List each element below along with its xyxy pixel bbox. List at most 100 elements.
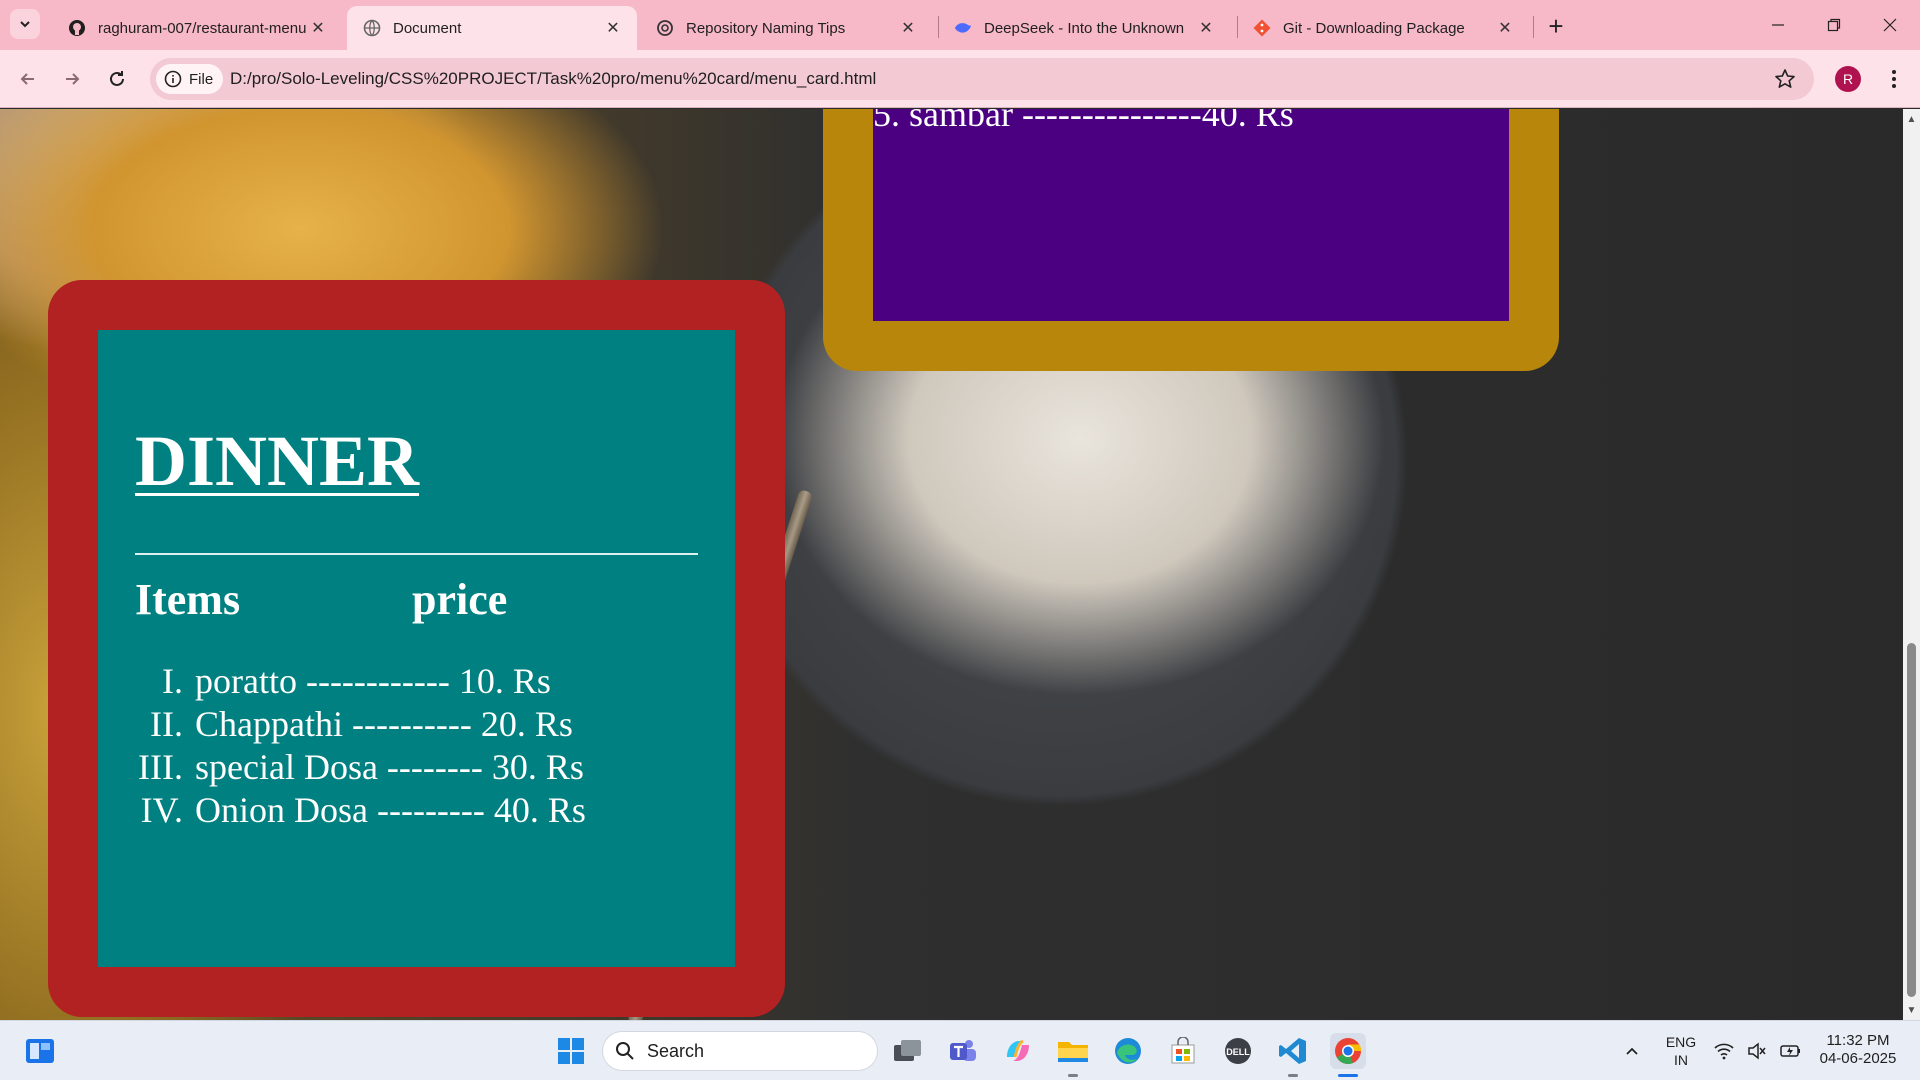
page-viewport: 5. sambar ---------------40. Rs DINNER I… — [0, 109, 1903, 1020]
close-window-button[interactable] — [1862, 0, 1918, 50]
windows-taskbar: Search DELL ENG IN 11:32 PM 04-06-2025 — [0, 1020, 1920, 1080]
teams-icon[interactable] — [945, 1033, 981, 1069]
browser-tab-strip: raghuram-007/restaurant-menu ✕ Document … — [0, 0, 1920, 50]
tab-git[interactable]: Git - Downloading Package ✕ — [1237, 6, 1529, 50]
restore-icon — [1827, 18, 1841, 32]
tab-title: Repository Naming Tips — [686, 19, 846, 37]
svg-text:DELL: DELL — [1226, 1047, 1250, 1057]
dell-icon[interactable]: DELL — [1220, 1033, 1256, 1069]
list-item-number: I. — [162, 661, 183, 701]
menu-card-top-inner — [873, 109, 1509, 321]
scroll-up-arrow-icon[interactable]: ▲ — [1906, 113, 1917, 125]
list-item-text: special Dosa -------- 30. Rs — [195, 747, 584, 787]
quick-settings[interactable] — [1708, 1033, 1808, 1069]
forward-button[interactable] — [58, 65, 86, 93]
list-item: I. poratto ------------ 10. Rs — [128, 660, 586, 703]
openai-icon — [656, 19, 674, 37]
dinner-menu-card: DINNER Items price I. poratto ----------… — [48, 280, 785, 1017]
volume-muted-icon — [1748, 1042, 1766, 1060]
widgets-icon[interactable] — [22, 1033, 58, 1069]
list-item-number: IV. — [140, 790, 183, 830]
vertical-scrollbar[interactable]: ▲ ▼ — [1903, 109, 1920, 1020]
column-header-price: price — [412, 575, 508, 624]
search-icon — [616, 1042, 634, 1060]
list-item: III. special Dosa -------- 30. Rs — [128, 746, 586, 789]
tab-repository-naming[interactable]: Repository Naming Tips ✕ — [640, 6, 932, 50]
arrow-right-icon — [66, 73, 80, 85]
edge-icon[interactable] — [1110, 1033, 1146, 1069]
close-icon[interactable]: ✕ — [1495, 18, 1515, 38]
scroll-down-arrow-icon[interactable]: ▼ — [1906, 1004, 1917, 1016]
close-icon[interactable]: ✕ — [898, 18, 918, 38]
github-icon — [68, 19, 86, 37]
globe-icon — [363, 19, 381, 37]
list-item-text: Chappathi ---------- 20. Rs — [195, 704, 573, 744]
list-item-text: Onion Dosa --------- 40. Rs — [195, 790, 586, 830]
chevron-down-icon — [20, 21, 30, 28]
wifi-icon — [1714, 1043, 1734, 1060]
scroll-thumb[interactable] — [1907, 643, 1916, 997]
close-icon[interactable]: ✕ — [308, 18, 328, 38]
windows-start-icon[interactable] — [553, 1033, 589, 1069]
address-bar[interactable]: File D:/pro/Solo-Leveling/CSS%20PROJECT/… — [150, 58, 1814, 100]
close-icon — [1883, 18, 1897, 32]
language-indicator[interactable]: ENG IN — [1660, 1033, 1702, 1069]
profile-avatar[interactable]: R — [1835, 66, 1861, 92]
dinner-menu-inner: DINNER Items price I. poratto ----------… — [98, 330, 735, 967]
list-item: II. Chappathi ---------- 20. Rs — [128, 703, 586, 746]
copilot-icon[interactable] — [1000, 1033, 1036, 1069]
minimize-icon — [1772, 24, 1784, 26]
close-icon[interactable]: ✕ — [603, 18, 623, 38]
clock-time: 11:32 PM — [1826, 1032, 1890, 1049]
reload-icon — [110, 71, 124, 86]
menu-kebab-icon[interactable] — [1884, 66, 1904, 92]
language-code: ENG — [1665, 1034, 1697, 1050]
new-tab-button[interactable]: + — [1542, 10, 1570, 41]
task-view-icon[interactable] — [890, 1033, 926, 1069]
close-icon[interactable]: ✕ — [1196, 18, 1216, 38]
plus-icon: + — [1548, 10, 1564, 41]
list-item-number: III. — [138, 747, 183, 787]
tab-github[interactable]: raghuram-007/restaurant-menu ✕ — [52, 6, 342, 50]
git-icon — [1253, 19, 1271, 37]
tab-search-button[interactable] — [10, 9, 40, 39]
url-text[interactable]: D:/pro/Solo-Leveling/CSS%20PROJECT/Task%… — [230, 69, 876, 89]
reload-button[interactable] — [103, 65, 131, 93]
list-item-number: II. — [150, 704, 183, 744]
battery-charging-icon — [1779, 1045, 1800, 1057]
chevron-up-icon[interactable] — [1614, 1033, 1650, 1069]
bookmark-star-icon[interactable] — [1774, 68, 1796, 90]
file-explorer-icon[interactable] — [1055, 1033, 1091, 1069]
taskbar-search[interactable]: Search — [602, 1031, 878, 1071]
tab-title: DeepSeek - Into the Unknown — [984, 19, 1185, 37]
chrome-icon[interactable] — [1330, 1033, 1366, 1069]
menu-card-top: 5. sambar ---------------40. Rs — [823, 109, 1559, 371]
tab-document[interactable]: Document ✕ — [347, 6, 637, 50]
tab-deepseek[interactable]: DeepSeek - Into the Unknown ✕ — [938, 6, 1230, 50]
minimize-button[interactable] — [1750, 0, 1806, 50]
clock[interactable]: 11:32 PM 04-06-2025 — [1808, 1032, 1908, 1068]
tab-title: Git - Downloading Package — [1283, 19, 1465, 37]
tab-title: Document — [393, 19, 462, 37]
running-indicator — [1068, 1074, 1078, 1077]
search-label: Search — [647, 1040, 705, 1061]
deepseek-icon — [954, 19, 972, 37]
info-icon — [164, 70, 182, 88]
dinner-title: DINNER — [135, 421, 420, 501]
region-code: IN — [1674, 1052, 1688, 1068]
menu-item-sambar: 5. sambar ---------------40. Rs — [873, 109, 1294, 134]
list-item-text: poratto ------------ 10. Rs — [195, 661, 551, 701]
site-info-chip[interactable]: File — [156, 64, 224, 94]
tab-title: raghuram-007/restaurant-menu — [98, 19, 307, 37]
back-button[interactable] — [14, 65, 42, 93]
active-indicator — [1338, 1074, 1358, 1077]
running-indicator — [1288, 1074, 1298, 1077]
tab-separator — [1533, 16, 1534, 38]
store-icon[interactable] — [1165, 1033, 1201, 1069]
divider — [135, 553, 698, 555]
browser-toolbar: File D:/pro/Solo-Leveling/CSS%20PROJECT/… — [0, 50, 1920, 108]
vscode-icon[interactable] — [1275, 1033, 1311, 1069]
restore-button[interactable] — [1806, 0, 1862, 50]
list-item: IV. Onion Dosa --------- 40. Rs — [128, 789, 586, 832]
dinner-item-list: I. poratto ------------ 10. Rs II. Chapp… — [128, 660, 586, 832]
